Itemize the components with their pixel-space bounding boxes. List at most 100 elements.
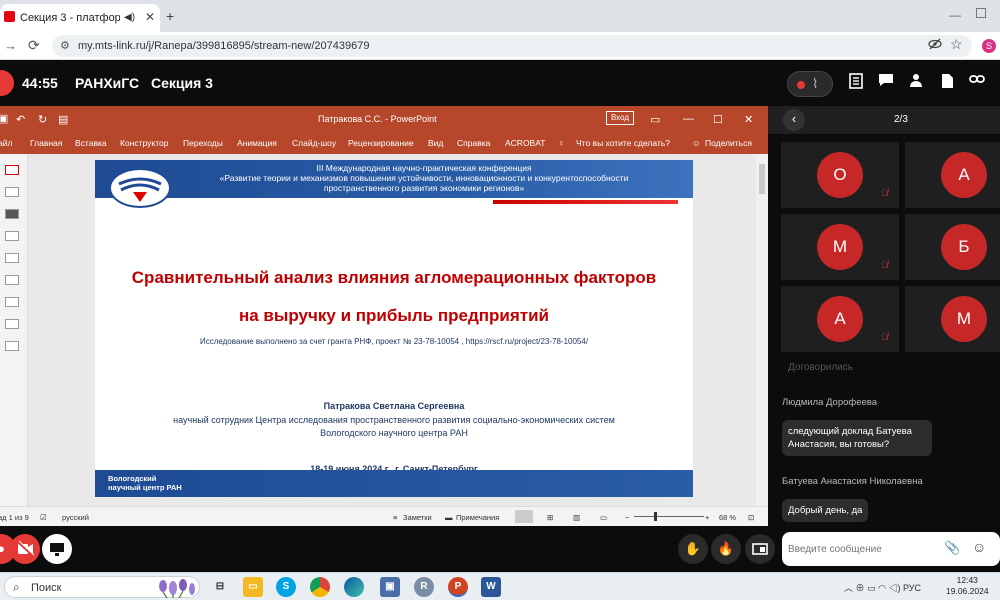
forward-icon[interactable]: →: [4, 38, 17, 53]
taskbar-clock[interactable]: 12:43 19.06.2024: [946, 575, 989, 597]
participant-tile[interactable]: М: [905, 286, 1000, 352]
word-icon[interactable]: W: [481, 577, 501, 597]
tab-transitions[interactable]: Переходы: [183, 138, 223, 148]
tab-acrobat[interactable]: ACROBAT: [505, 138, 545, 148]
edge-icon[interactable]: [344, 577, 364, 597]
tab-home[interactable]: Главная: [30, 138, 62, 148]
participants-icon[interactable]: [909, 73, 923, 87]
comments-button[interactable]: Примечания: [456, 513, 499, 522]
spellcheck-icon[interactable]: ☑: [40, 513, 47, 522]
participant-tile[interactable]: О 🎙̸: [781, 142, 899, 208]
tab-help[interactable]: Справка: [457, 138, 490, 148]
close-tab-icon[interactable]: ✕: [145, 10, 155, 24]
reactions-flame-icon[interactable]: 🔥: [711, 534, 741, 564]
undo-icon[interactable]: ↶: [16, 113, 25, 126]
task-view-icon[interactable]: ⊟: [210, 577, 230, 597]
link-icon[interactable]: [969, 73, 985, 85]
r-app-icon[interactable]: R: [414, 577, 434, 597]
participant-tile[interactable]: А: [905, 142, 1000, 208]
slide-thumbnail[interactable]: [5, 209, 19, 219]
participant-tile[interactable]: А 🎙̸: [781, 286, 899, 352]
powerpoint-icon[interactable]: P: [448, 577, 468, 597]
eye-off-icon[interactable]: [928, 38, 942, 50]
reload-icon[interactable]: ⟳: [28, 37, 40, 54]
skype-icon[interactable]: S: [276, 577, 296, 597]
participant-tile[interactable]: М 🎙̸: [781, 214, 899, 280]
tab-file[interactable]: айл: [0, 138, 12, 148]
raise-hand-icon[interactable]: ✋: [678, 534, 708, 564]
ppt-maximize-icon[interactable]: ☐: [713, 113, 723, 126]
zoom-in-icon[interactable]: +: [705, 513, 709, 522]
reading-view-icon[interactable]: ▥: [573, 513, 580, 522]
camera-off-button[interactable]: [10, 534, 40, 564]
tray-chevron-icon[interactable]: ︿: [844, 583, 853, 593]
volume-icon[interactable]: ◁): [888, 583, 900, 593]
wifi-icon[interactable]: ◠: [878, 583, 886, 593]
materials-icon[interactable]: [940, 73, 954, 89]
zoom-slider[interactable]: [634, 516, 704, 517]
slide-thumbnail[interactable]: [5, 319, 19, 329]
sorter-view-icon[interactable]: ⊞: [547, 513, 553, 522]
save-icon[interactable]: ▣: [0, 112, 8, 125]
speaker-icon[interactable]: ◀): [124, 12, 135, 23]
chat-icon[interactable]: [878, 73, 894, 87]
chat-input-box[interactable]: 📎 ☺: [782, 532, 1000, 566]
scroll-thumb[interactable]: [759, 164, 765, 194]
bookmark-star-icon[interactable]: ☆: [950, 36, 963, 53]
attach-icon[interactable]: 📎: [944, 540, 960, 556]
emoji-icon[interactable]: ☺: [972, 539, 986, 555]
tab-animation[interactable]: Анимация: [237, 138, 277, 148]
slide-thumbnail[interactable]: [5, 231, 19, 241]
file-explorer-icon[interactable]: ▭: [243, 577, 263, 597]
taskbar-search[interactable]: ⌕ Поиск: [4, 576, 200, 598]
new-tab-button[interactable]: +: [166, 8, 174, 24]
zoom-out-icon[interactable]: −: [625, 513, 629, 522]
normal-view-icon[interactable]: [515, 510, 533, 523]
zoom-level[interactable]: 68 %: [719, 513, 736, 522]
slide-thumbnail[interactable]: [5, 253, 19, 263]
layout-toggle-icon[interactable]: [745, 534, 775, 564]
slide-thumbnail[interactable]: [5, 165, 19, 175]
slide-thumbnail[interactable]: [5, 341, 19, 351]
redo-icon[interactable]: ↻: [38, 113, 47, 126]
battery-icon[interactable]: ▭: [867, 583, 876, 593]
ribbon-display-icon[interactable]: ▭: [650, 113, 660, 126]
tab-slideshow[interactable]: Слайд-шоу: [292, 138, 336, 148]
remote-desktop-icon[interactable]: ▣: [380, 577, 400, 597]
zoom-slider-handle[interactable]: [654, 512, 657, 521]
tab-view[interactable]: Вид: [428, 138, 443, 148]
agenda-icon[interactable]: [849, 73, 863, 89]
slideshow-view-icon[interactable]: ▭: [600, 513, 607, 522]
maximize-icon[interactable]: [976, 8, 986, 18]
slide-thumbnail[interactable]: [5, 275, 19, 285]
vertical-scrollbar[interactable]: [756, 154, 768, 506]
ppt-minimize-icon[interactable]: —: [683, 113, 694, 125]
fit-slide-icon[interactable]: ⊡: [748, 513, 754, 522]
current-slide[interactable]: III Международная научно-практическая ко…: [95, 160, 693, 497]
share-button[interactable]: Поделиться: [705, 138, 752, 148]
participant-tile[interactable]: Б: [905, 214, 1000, 280]
tab-design[interactable]: Конструктор: [120, 138, 168, 148]
tab-insert[interactable]: Вставка: [75, 138, 107, 148]
screen-share-button[interactable]: [42, 534, 72, 564]
browser-tab[interactable]: Секция 3 - платформа МТС ◀) ✕: [0, 4, 160, 32]
slide-thumbnail[interactable]: [5, 187, 19, 197]
keyboard-language[interactable]: РУС: [903, 583, 921, 593]
network-icon[interactable]: ⊕: [856, 583, 865, 593]
ppt-close-icon[interactable]: ✕: [744, 113, 753, 126]
site-info-icon[interactable]: ⚙: [60, 39, 70, 52]
url-box[interactable]: ⚙ my.mts-link.ru/j/Ranepa/399816895/stre…: [52, 35, 972, 57]
recording-toggle[interactable]: ⌇: [787, 71, 833, 97]
profile-avatar[interactable]: S: [982, 39, 996, 53]
minimize-icon[interactable]: —: [949, 8, 961, 22]
language-indicator[interactable]: русский: [62, 513, 89, 522]
present-icon[interactable]: ▤: [58, 113, 68, 126]
slide-thumbnail[interactable]: [5, 297, 19, 307]
previous-page-button[interactable]: ‹: [783, 109, 805, 131]
tab-review[interactable]: Рецензирование: [348, 138, 414, 148]
chrome-icon[interactable]: [310, 577, 330, 597]
tell-me-search[interactable]: Что вы хотите сделать?: [576, 138, 670, 148]
notes-button[interactable]: Заметки: [403, 513, 432, 522]
sign-in-button[interactable]: Вход: [606, 111, 634, 125]
message-input[interactable]: [788, 540, 938, 558]
